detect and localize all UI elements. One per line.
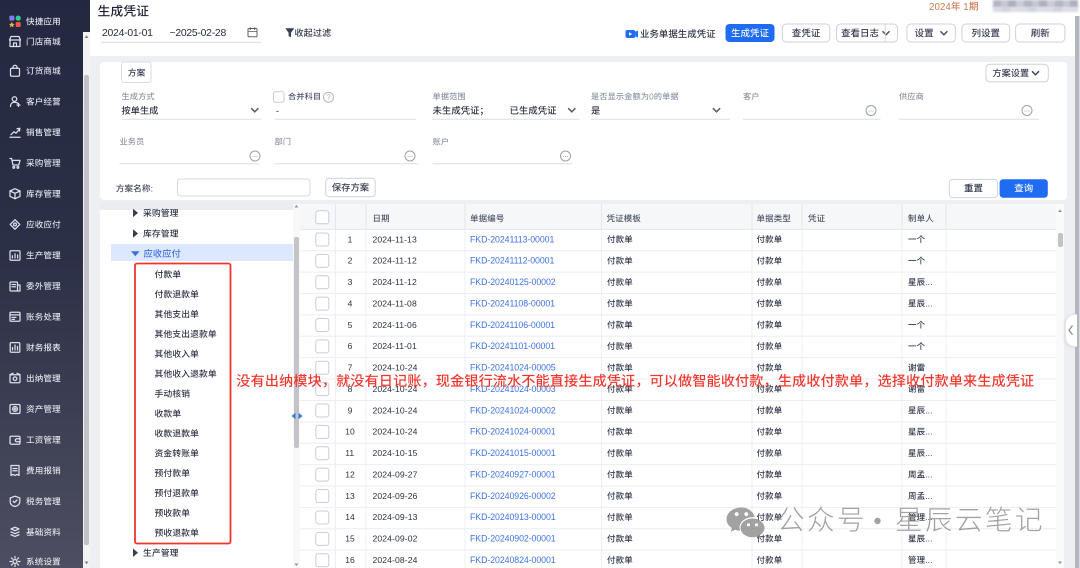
svg-text:...: ... bbox=[925, 555, 932, 565]
svg-text:11: 11 bbox=[345, 448, 354, 458]
svg-text::: : bbox=[151, 184, 154, 194]
svg-text:FKD-20241106-00001: FKD-20241106-00001 bbox=[470, 320, 555, 330]
svg-text:2024-01-01: 2024-01-01 bbox=[102, 28, 153, 39]
svg-text:FKD-20240902-00001: FKD-20240902-00001 bbox=[470, 534, 556, 544]
svg-text:12: 12 bbox=[345, 470, 355, 480]
svg-text:2024-10-24: 2024-10-24 bbox=[373, 405, 418, 415]
svg-text:FKD-20241024-00003: FKD-20241024-00003 bbox=[470, 384, 556, 394]
svg-text:...: ... bbox=[925, 298, 932, 308]
svg-text:2024-09-26: 2024-09-26 bbox=[373, 491, 418, 501]
svg-text:2: 2 bbox=[348, 256, 353, 266]
svg-text:1: 1 bbox=[348, 234, 353, 244]
svg-text:...: ... bbox=[925, 277, 932, 287]
svg-text:FKD-20241112-00001: FKD-20241112-00001 bbox=[470, 256, 554, 266]
svg-text:6: 6 bbox=[348, 341, 353, 351]
svg-text:0: 0 bbox=[649, 92, 654, 101]
svg-text:FKD-20241024-00005: FKD-20241024-00005 bbox=[470, 363, 556, 373]
svg-text:14: 14 bbox=[345, 512, 355, 522]
svg-text:...: ... bbox=[925, 534, 932, 544]
svg-text:9: 9 bbox=[348, 405, 353, 415]
svg-text:...: ... bbox=[925, 427, 932, 437]
svg-text:...: ... bbox=[925, 491, 932, 501]
svg-text:FKD-20241024-00002: FKD-20241024-00002 bbox=[470, 405, 556, 415]
svg-text:FKD-20240926-00002: FKD-20240926-00002 bbox=[470, 491, 556, 501]
svg-text:16: 16 bbox=[345, 555, 355, 565]
svg-text:2024-09-13: 2024-09-13 bbox=[373, 512, 418, 522]
svg-text:10: 10 bbox=[345, 427, 355, 437]
svg-text:~2025-02-28: ~2025-02-28 bbox=[170, 28, 227, 39]
svg-text:2024: 2024 bbox=[929, 2, 951, 13]
svg-text:?: ? bbox=[326, 93, 331, 102]
svg-text:2024-11-08: 2024-11-08 bbox=[373, 298, 417, 308]
svg-text:FKD-20240927-00001: FKD-20240927-00001 bbox=[470, 470, 556, 480]
svg-text:15: 15 bbox=[345, 534, 355, 544]
svg-text:FKD-20241015-00001: FKD-20241015-00001 bbox=[470, 448, 556, 458]
svg-text:3: 3 bbox=[348, 277, 353, 287]
svg-text:7: 7 bbox=[348, 363, 353, 373]
svg-text:2024-11-01: 2024-11-01 bbox=[373, 341, 417, 351]
svg-text:5: 5 bbox=[348, 320, 353, 330]
svg-text:...: ... bbox=[925, 512, 932, 522]
svg-text:...: ... bbox=[925, 448, 932, 458]
svg-text:2024-10-24: 2024-10-24 bbox=[373, 384, 418, 394]
svg-text:2024-10-24: 2024-10-24 bbox=[373, 363, 418, 373]
svg-text:2024-11-12: 2024-11-12 bbox=[373, 277, 417, 287]
svg-text:FKD-20241108-00001: FKD-20241108-00001 bbox=[470, 298, 555, 308]
svg-text:2024-11-13: 2024-11-13 bbox=[373, 234, 417, 244]
svg-text:FKD-20241024-00001: FKD-20241024-00001 bbox=[470, 427, 556, 437]
svg-text:FKD-20240125-00002: FKD-20240125-00002 bbox=[470, 277, 556, 287]
svg-text:FKD-20240824-00001: FKD-20240824-00001 bbox=[470, 555, 556, 565]
svg-text:...: ... bbox=[925, 470, 932, 480]
svg-text:...: ... bbox=[925, 405, 932, 415]
svg-text:FKD-20241113-00001: FKD-20241113-00001 bbox=[470, 234, 554, 244]
svg-text:2024-09-02: 2024-09-02 bbox=[373, 534, 418, 544]
svg-text:FKD-20241101-00001: FKD-20241101-00001 bbox=[470, 341, 555, 351]
svg-text:-: - bbox=[276, 106, 279, 116]
svg-text:1: 1 bbox=[963, 2, 968, 13]
svg-text:2024-11-06: 2024-11-06 bbox=[373, 320, 417, 330]
svg-text:2024-08-24: 2024-08-24 bbox=[373, 555, 418, 565]
svg-text:2024-11-12: 2024-11-12 bbox=[373, 256, 417, 266]
svg-text:4: 4 bbox=[348, 298, 353, 308]
svg-text:FKD-20240913-00001: FKD-20240913-00001 bbox=[470, 512, 556, 522]
svg-text:2024-10-15: 2024-10-15 bbox=[373, 448, 418, 458]
svg-text:13: 13 bbox=[345, 491, 355, 501]
svg-text:2024-10-24: 2024-10-24 bbox=[373, 427, 418, 437]
svg-text:2024-09-27: 2024-09-27 bbox=[373, 470, 418, 480]
